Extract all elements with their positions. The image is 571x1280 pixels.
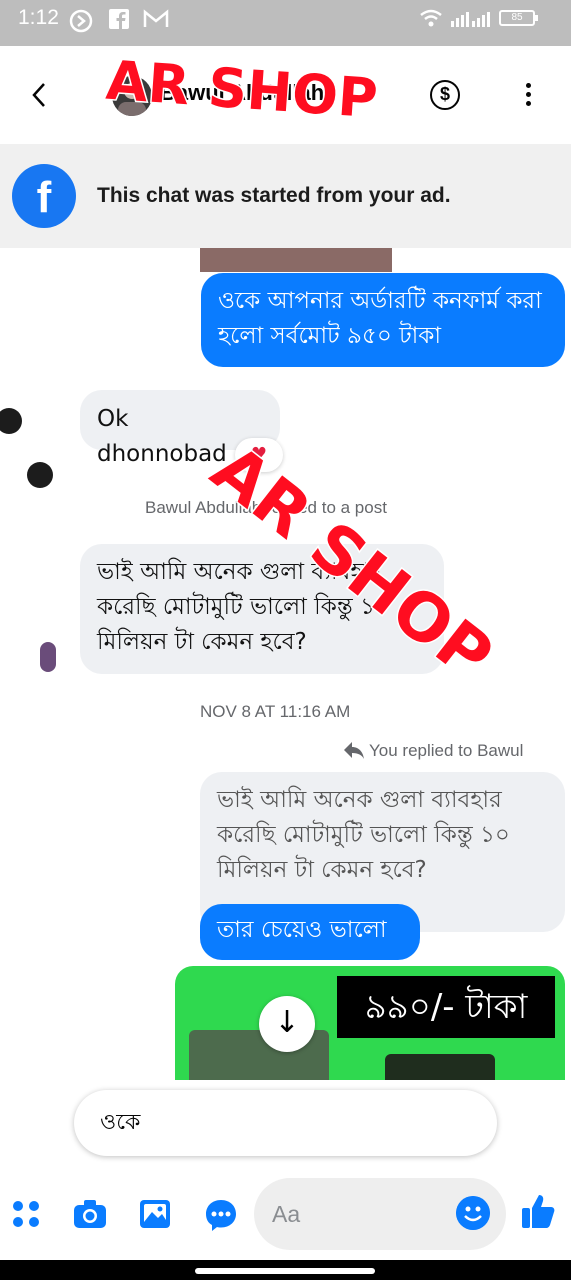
you-replied-label: You replied to Bawul [369,741,524,760]
thumbs-up-icon[interactable] [520,1192,556,1230]
reply-icon [344,742,364,759]
price-label: ৯৯০/- টাকা [337,976,555,1038]
contact-name[interactable]: Bawul Abdullah [160,80,324,106]
ad-origin-banner: f This chat was started from your ad. [0,144,571,248]
camera-icon[interactable] [72,1198,108,1230]
product-image[interactable]: ৯৯০/- টাকা ↓ [175,966,565,1080]
facebook-notification-icon [109,9,129,29]
reply-context-label: Bawul Abdullah replied to a post [145,498,387,517]
ad-origin-text: This chat was started from your ad. [97,184,451,207]
quick-reply-chip[interactable]: ওকে [74,1090,497,1156]
message-input[interactable] [254,1178,434,1250]
sync-icon [69,9,93,33]
avatar-dot [0,408,22,434]
chat-bubble-icon[interactable] [204,1198,238,1232]
emoji-icon[interactable] [456,1196,490,1230]
apps-icon[interactable] [10,1198,42,1230]
status-right-group: 85 [419,8,538,28]
status-time: 1:12 [18,6,59,29]
outgoing-message[interactable]: তার চেয়েও ভালো [200,904,420,960]
sender-avatar [40,642,56,672]
back-arrow-icon[interactable] [28,80,52,110]
facebook-icon: f [12,164,76,228]
more-vert-icon[interactable] [518,80,538,110]
message-composer [0,1170,571,1260]
contact-avatar[interactable] [112,76,152,116]
battery-indicator: 85 [499,10,538,26]
incoming-message[interactable]: ভাই আমি অনেক গুলা ব্যাবহার করেছি মোটামুট… [80,544,444,674]
signal-icon [451,12,490,27]
wifi-icon [420,9,442,27]
mail-icon [143,9,169,27]
message-thread[interactable]: ওকে আপনার অর্ডারটি কনফার্ম করা হলো সর্বম… [0,248,571,1080]
product-jar [385,1054,495,1080]
avatar-dot [27,462,53,488]
timestamp-divider: NOV 8 AT 11:16 AM [200,702,351,721]
download-icon[interactable]: ↓ [259,996,315,1052]
chat-header: Bawul Abdullah $ [0,46,571,144]
dollar-icon[interactable]: $ [430,80,460,110]
heart-icon[interactable]: ♥ [235,438,283,472]
outgoing-message[interactable]: ওকে আপনার অর্ডারটি কনফার্ম করা হলো সর্বম… [201,273,565,367]
status-bar: 1:12 85 [0,0,571,46]
home-handle[interactable] [195,1268,375,1274]
message-input-container[interactable] [254,1178,506,1250]
previous-media-thumbnail[interactable] [200,248,392,272]
gallery-icon[interactable] [138,1198,172,1230]
